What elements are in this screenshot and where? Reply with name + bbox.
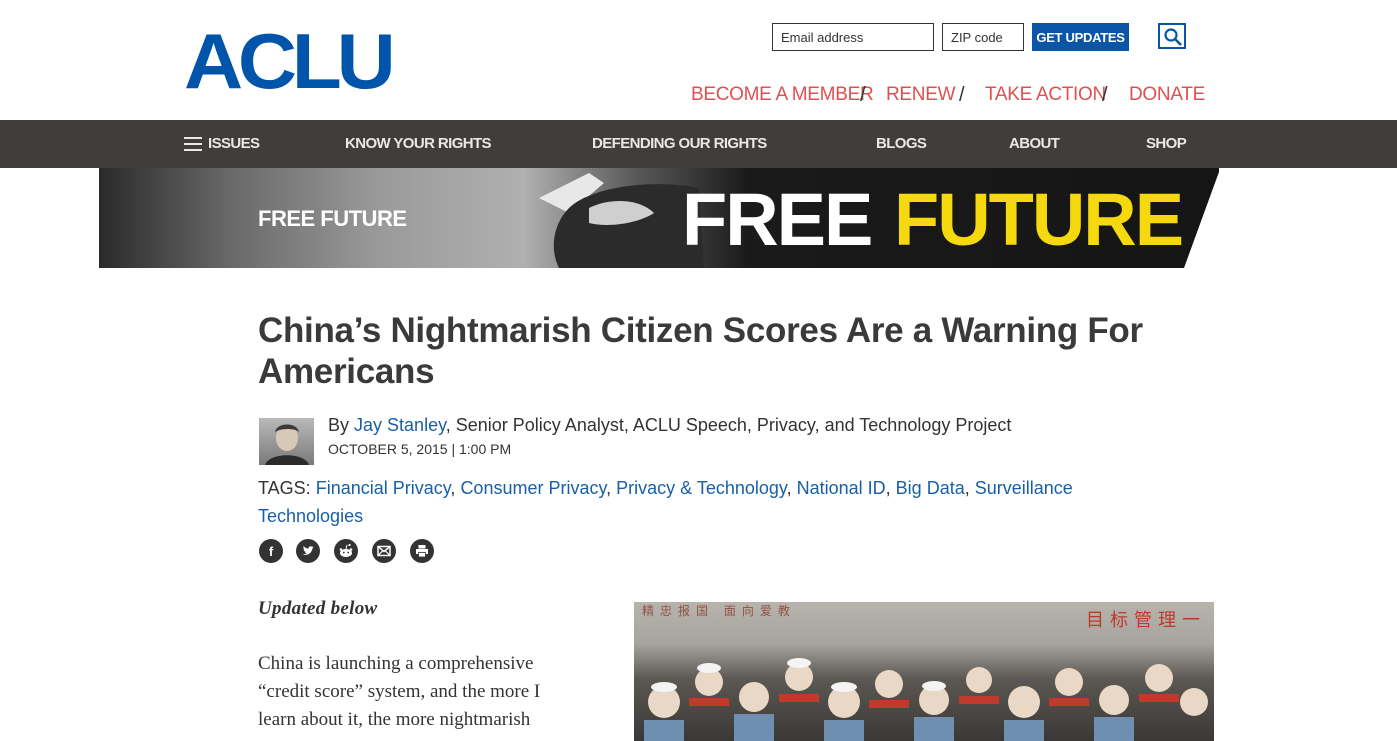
banner-free-word: FREE — [682, 178, 873, 261]
by-prefix: By — [328, 415, 350, 435]
twitter-icon — [302, 546, 314, 555]
search-icon — [1164, 28, 1182, 46]
zip-code-field[interactable] — [942, 23, 1024, 51]
free-future-banner[interactable]: FREE FUTURE FREE FUTURE — [99, 168, 1219, 268]
publish-date: OCTOBER 5, 2015 | 1:00 PM — [328, 441, 512, 457]
aclu-logo[interactable]: ACLU — [184, 22, 396, 100]
byline: By Jay Stanley, Senior Policy Analyst, A… — [328, 415, 1011, 436]
renew-link[interactable]: RENEW — [886, 84, 956, 106]
separator: / — [860, 84, 866, 106]
body-line: China is launching a comprehensive — [258, 653, 534, 674]
tag-link[interactable]: Privacy & Technology — [616, 478, 786, 498]
nav-about[interactable]: ABOUT — [1009, 135, 1060, 152]
banner-section-label: FREE FUTURE — [258, 206, 407, 231]
tag-link[interactable]: Consumer Privacy — [460, 478, 606, 498]
nav-defending-our-rights[interactable]: DEFENDING OUR RIGHTS — [592, 135, 767, 152]
nav-issues[interactable]: ISSUES — [208, 135, 260, 152]
take-action-link[interactable]: TAKE ACTION — [985, 84, 1106, 106]
email-field[interactable] — [772, 23, 934, 51]
email-share-button[interactable] — [372, 539, 396, 563]
twitter-share-button[interactable] — [296, 539, 320, 563]
nav-shop[interactable]: SHOP — [1146, 135, 1187, 152]
email-icon — [377, 545, 391, 557]
author-link[interactable]: Jay Stanley — [354, 415, 446, 435]
menu-icon[interactable] — [184, 137, 202, 151]
become-member-link[interactable]: BECOME A MEMBER — [691, 84, 874, 106]
tags-list: TAGS: Financial Privacy, Consumer Privac… — [258, 478, 1073, 526]
body-line: learn about it, the more nightmarish — [258, 709, 531, 730]
updated-note: Updated below — [258, 598, 378, 619]
author-role: , Senior Policy Analyst, ACLU Speech, Pr… — [445, 415, 1012, 435]
separator: / — [1102, 84, 1108, 106]
facebook-share-button[interactable]: f — [259, 539, 283, 563]
author-avatar[interactable] — [259, 418, 314, 465]
tag-link[interactable]: National ID — [797, 478, 886, 498]
donate-link[interactable]: DONATE — [1129, 84, 1205, 106]
site-header: ACLU GET UPDATES BECOME A MEMBER / RENEW… — [0, 0, 1397, 120]
nav-blogs[interactable]: BLOGS — [876, 135, 927, 152]
children-group-image — [644, 658, 1208, 741]
tags-label: TAGS: — [258, 478, 311, 498]
facebook-icon: f — [269, 544, 274, 559]
banner-future-word: FUTURE — [894, 178, 1184, 261]
get-updates-button[interactable]: GET UPDATES — [1032, 23, 1129, 51]
article-title: China’s Nightmarish Citizen Scores Are a… — [258, 311, 1143, 391]
article-body: China is launching a comprehensive “cred… — [258, 650, 588, 734]
tag-link[interactable]: Financial Privacy — [316, 478, 451, 498]
separator: / — [959, 84, 965, 106]
print-icon — [416, 545, 428, 558]
svg-text:f: f — [269, 544, 274, 559]
main-nav: ISSUES KNOW YOUR RIGHTS DEFENDING OUR RI… — [0, 120, 1397, 168]
reddit-icon — [339, 543, 353, 557]
print-share-button[interactable] — [410, 539, 434, 563]
body-line: “credit score” system, and the more I — [258, 681, 541, 702]
search-button[interactable] — [1158, 23, 1186, 49]
nav-know-your-rights[interactable]: KNOW YOUR RIGHTS — [345, 135, 492, 152]
tag-link[interactable]: Big Data — [896, 478, 965, 498]
article-photo-schoolchildren: 精忠报国 面向爱教 目标管理一 — [634, 602, 1214, 741]
reddit-share-button[interactable] — [334, 539, 358, 563]
